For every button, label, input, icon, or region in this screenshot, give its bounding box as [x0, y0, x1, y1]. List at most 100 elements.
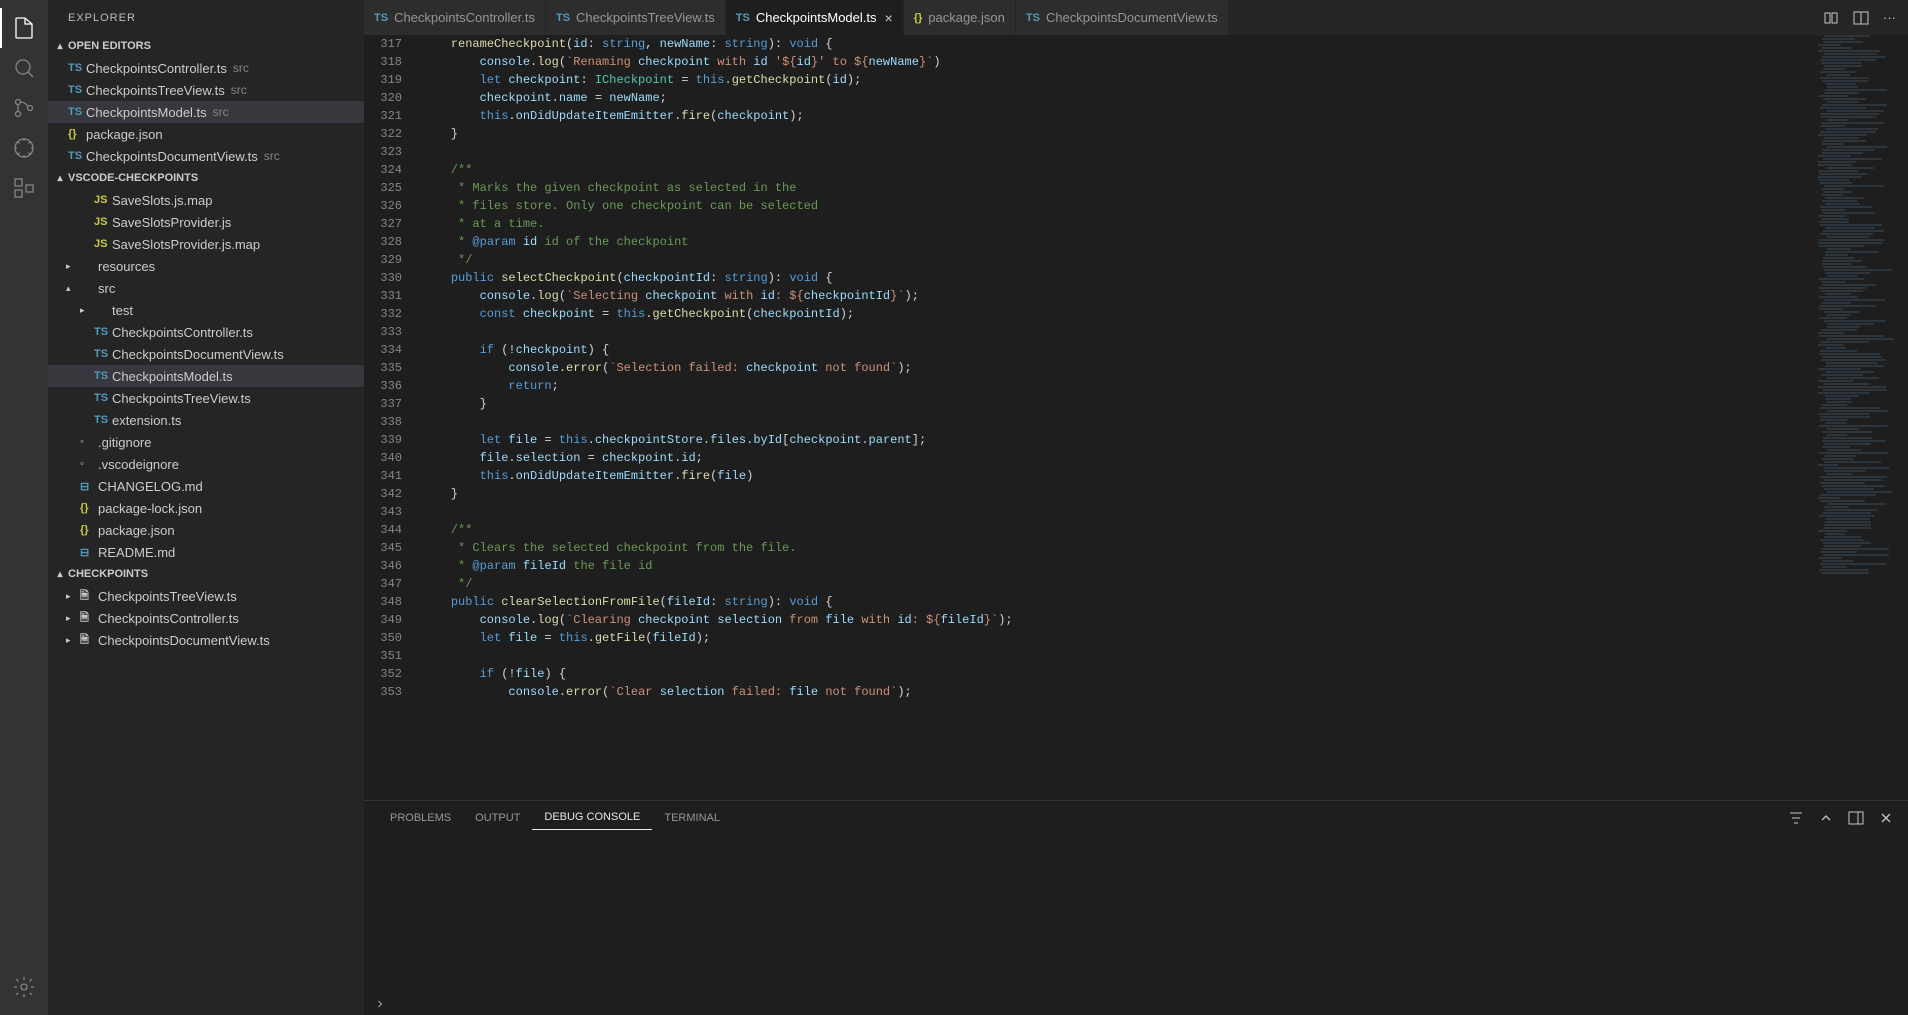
tree-item[interactable]: JSSaveSlots.js.map [48, 189, 364, 211]
sidebar-title: EXPLORER [48, 0, 364, 35]
file-icon: 🗎 [80, 587, 98, 606]
open-editor-item[interactable]: TSCheckpointsTreeView.ts src [48, 79, 364, 101]
file-type-icon: {} [80, 524, 98, 536]
extensions-icon[interactable] [0, 168, 48, 208]
editor-tab[interactable]: {}package.json [904, 0, 1016, 35]
open-editor-item[interactable]: TSCheckpointsModel.tssrc [48, 101, 364, 123]
file-dir: src [213, 105, 229, 119]
filter-icon[interactable] [1788, 810, 1804, 826]
chevron-icon: ▸ [66, 613, 80, 624]
close-tab-icon[interactable]: × [885, 10, 893, 26]
editor-tab[interactable]: TSCheckpointsDocumentView.ts [1016, 0, 1229, 35]
file-type-icon: TS [94, 392, 112, 404]
panel-tab[interactable]: TERMINAL [652, 806, 732, 830]
activity-bar [0, 0, 48, 1015]
file-type-icon: ⊟ [80, 480, 98, 493]
file-type-icon: TS [68, 150, 86, 162]
file-type-icon: TS [68, 106, 86, 118]
tree-item[interactable]: TSextension.ts [48, 409, 364, 431]
chevron-icon: ▸ [66, 261, 80, 272]
file-name: CheckpointsDocumentView.ts [86, 149, 258, 164]
tree-item[interactable]: ⊟README.md [48, 541, 364, 563]
file-type-icon: TS [374, 12, 388, 24]
file-type-icon: ◦ [80, 436, 98, 448]
checkpoint-label: CheckpointsController.ts [98, 611, 239, 626]
file-type-icon: {} [68, 128, 86, 140]
tree-item[interactable]: ◦.vscodeignore [48, 453, 364, 475]
tree-item[interactable]: ▸resources [48, 255, 364, 277]
breadcrumb[interactable] [364, 993, 1908, 1015]
tree-item[interactable]: JSSaveSlotsProvider.js [48, 211, 364, 233]
explorer-icon[interactable] [0, 8, 48, 48]
more-icon[interactable]: ··· [1883, 10, 1896, 25]
editor-tab[interactable]: TS CheckpointsTreeView.ts [546, 0, 726, 35]
tree-item[interactable]: ▴src [48, 277, 364, 299]
file-icon: 🗎 [80, 631, 98, 650]
tree-item[interactable]: ▸test [48, 299, 364, 321]
file-name: CheckpointsTreeView.ts [86, 83, 225, 98]
open-editor-item[interactable]: {}package.json [48, 123, 364, 145]
file-type-icon: TS [68, 62, 86, 74]
tree-item-label: extension.ts [112, 413, 181, 428]
close-panel-icon[interactable] [1878, 810, 1894, 826]
tab-label: CheckpointsModel.ts [756, 10, 877, 25]
tree-item[interactable]: ⊟CHANGELOG.md [48, 475, 364, 497]
tree-item-label: README.md [98, 545, 175, 560]
file-dir: src [231, 83, 247, 97]
chevron-icon: ▴ [66, 283, 80, 294]
checkpoint-item[interactable]: ▸🗎CheckpointsDocumentView.ts [48, 629, 364, 651]
tree-item[interactable]: TSCheckpointsTreeView.ts [48, 387, 364, 409]
settings-gear-icon[interactable] [0, 967, 48, 1007]
minimap[interactable] [1812, 35, 1908, 800]
tree-item[interactable]: {}package.json [48, 519, 364, 541]
file-dir: src [233, 61, 249, 75]
panel-tab[interactable]: OUTPUT [463, 806, 532, 830]
chevron-icon: ▸ [66, 635, 80, 646]
workspace-header[interactable]: ▴VSCODE-CHECKPOINTS [48, 167, 364, 189]
code-content[interactable]: renameCheckpoint(id: string, newName: st… [422, 35, 1812, 800]
split-editor-icon[interactable] [1853, 10, 1869, 26]
editor[interactable]: 317 318 319 320 321 322 323 324 325 326 … [364, 35, 1908, 800]
file-name: package.json [86, 127, 163, 142]
tree-item[interactable]: TSCheckpointsController.ts [48, 321, 364, 343]
tab-label: CheckpointsTreeView.ts [576, 10, 715, 25]
panel-toggle-icon[interactable] [1848, 810, 1864, 826]
file-type-icon: TS [68, 84, 86, 96]
file-type-icon: JS [94, 238, 112, 250]
bottom-panel: PROBLEMSOUTPUTDEBUG CONSOLETERMINAL [364, 800, 1908, 1015]
source-control-icon[interactable] [0, 88, 48, 128]
tree-item-label: CheckpointsController.ts [112, 325, 253, 340]
file-type-icon: TS [556, 12, 570, 24]
open-editor-item[interactable]: TSCheckpointsController.tssrc [48, 57, 364, 79]
tree-item-label: .vscodeignore [98, 457, 179, 472]
tree-item-label: SaveSlots.js.map [112, 193, 212, 208]
checkpoint-item[interactable]: ▸🗎CheckpointsTreeView.ts [48, 585, 364, 607]
checkpoints-header[interactable]: ▴CHECKPOINTS [48, 563, 364, 585]
tree-item[interactable]: JSSaveSlotsProvider.js.map [48, 233, 364, 255]
file-type-icon: {} [80, 502, 98, 514]
file-type-icon: JS [94, 194, 112, 206]
editor-tab[interactable]: TS CheckpointsController.ts [364, 0, 546, 35]
checkpoint-label: CheckpointsTreeView.ts [98, 589, 237, 604]
editor-tab[interactable]: TSCheckpointsModel.ts× [726, 0, 904, 35]
tree-item-label: .gitignore [98, 435, 151, 450]
open-editors-header[interactable]: ▴OPEN EDITORS [48, 35, 364, 57]
search-icon[interactable] [0, 48, 48, 88]
checkpoint-item[interactable]: ▸🗎CheckpointsController.ts [48, 607, 364, 629]
tree-item[interactable]: ◦.gitignore [48, 431, 364, 453]
tree-item[interactable]: TSCheckpointsDocumentView.ts [48, 343, 364, 365]
file-type-icon: ◦ [80, 458, 98, 470]
file-type-icon: TS [1026, 12, 1040, 24]
tree-item-label: CheckpointsTreeView.ts [112, 391, 251, 406]
open-editor-item[interactable]: TSCheckpointsDocumentView.tssrc [48, 145, 364, 167]
tree-item[interactable]: TSCheckpointsModel.ts [48, 365, 364, 387]
tab-label: CheckpointsController.ts [394, 10, 535, 25]
expand-up-icon[interactable] [1818, 810, 1834, 826]
debug-icon[interactable] [0, 128, 48, 168]
compare-icon[interactable] [1823, 10, 1839, 26]
panel-tab[interactable]: DEBUG CONSOLE [532, 805, 652, 830]
panel-tab[interactable]: PROBLEMS [378, 806, 463, 830]
tree-item[interactable]: {}package-lock.json [48, 497, 364, 519]
main-area: TS CheckpointsController.ts TS CheckpointsT… [364, 0, 1908, 1015]
chevron-icon: ▸ [66, 591, 80, 602]
